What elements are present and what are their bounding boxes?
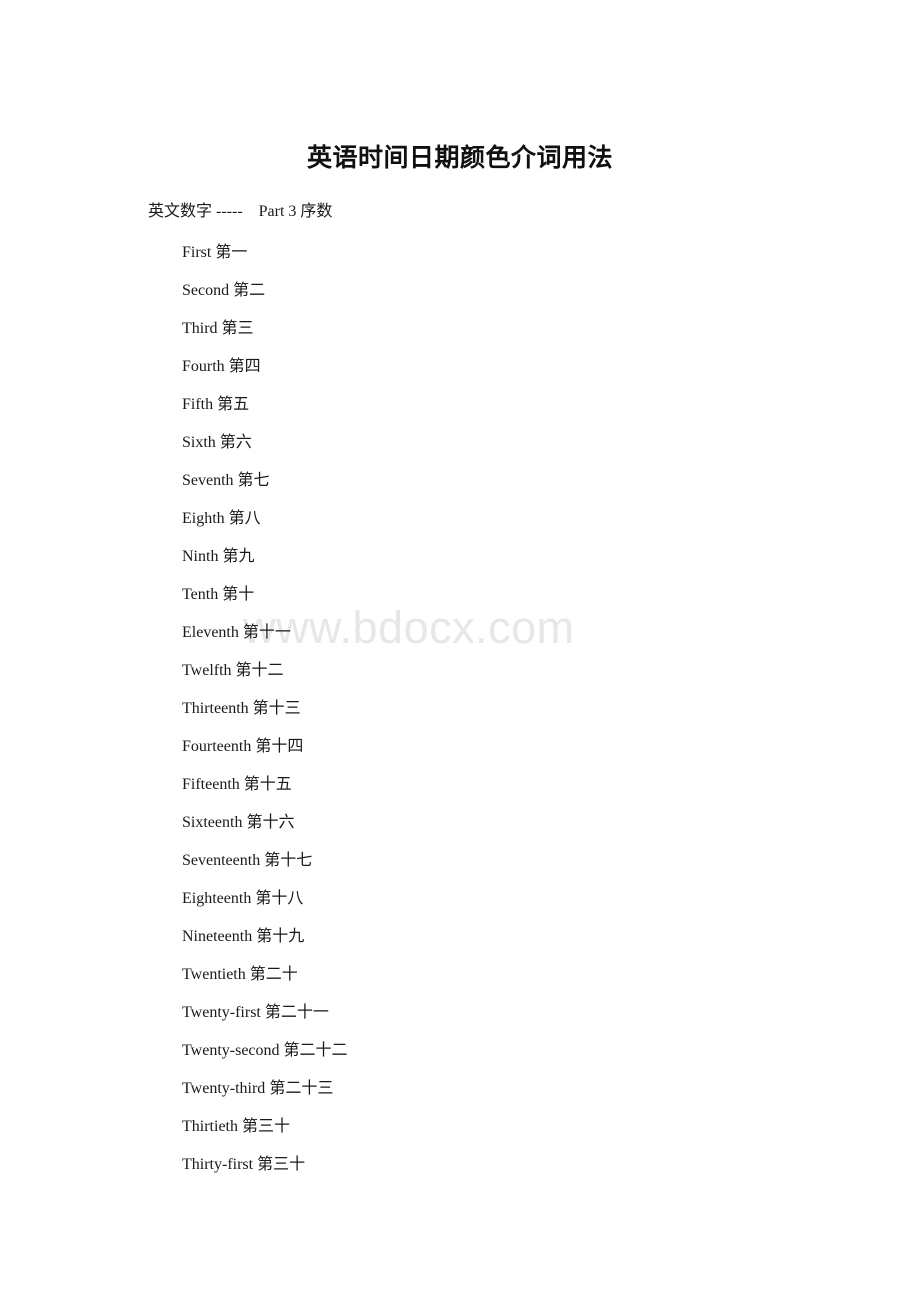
list-item: Thirteenth 第十三 (182, 696, 742, 734)
ordinal-english: Second (182, 282, 230, 299)
list-item: Third 第三 (182, 316, 742, 354)
list-item: Seventh 第七 (182, 468, 742, 506)
ordinal-chinese: 第三 (221, 320, 254, 337)
ordinal-english: Sixteenth (182, 814, 243, 831)
list-item: Nineteenth 第十九 (182, 924, 742, 962)
ordinal-chinese: 第十五 (243, 776, 292, 793)
ordinal-english: Eleventh (182, 624, 239, 641)
list-item: Seventeenth 第十七 (182, 848, 742, 886)
ordinal-chinese: 第九 (222, 548, 255, 565)
ordinal-chinese: 第七 (237, 472, 270, 489)
list-item: Twenty-second 第二十二 (182, 1038, 742, 1076)
ordinal-english: Twelfth (182, 662, 232, 679)
list-item: Fourth 第四 (182, 354, 742, 392)
list-item: Sixteenth 第十六 (182, 810, 742, 848)
ordinal-english: Third (182, 320, 218, 337)
list-item: Thirty-first 第三十 (182, 1152, 742, 1190)
list-item: Fourteenth 第十四 (182, 734, 742, 772)
list-item: Second 第二 (182, 278, 742, 316)
list-item: Twelfth 第十二 (182, 658, 742, 696)
ordinal-english: Fourteenth (182, 738, 252, 755)
list-item: Sixth 第六 (182, 430, 742, 468)
list-item: Eleventh 第十一 (182, 620, 742, 658)
list-item: Ninth 第九 (182, 544, 742, 582)
ordinal-chinese: 第二十二 (283, 1042, 348, 1059)
ordinal-english: Fourth (182, 358, 225, 375)
ordinal-chinese: 第二 (233, 282, 266, 299)
ordinal-english: Thirtieth (182, 1118, 238, 1135)
page-title: 英语时间日期颜色介词用法 (306, 145, 613, 172)
list-item: Tenth 第十 (182, 582, 742, 620)
ordinal-english: Eighteenth (182, 890, 252, 907)
ordinal-chinese: 第十二 (235, 662, 284, 679)
ordinal-chinese: 第十六 (246, 814, 295, 831)
ordinal-chinese: 第二十 (249, 966, 298, 983)
ordinal-chinese: 第三十 (257, 1156, 306, 1173)
ordinal-number-list: First 第一 Second 第二 Third 第三 Fourth 第四 Fifth … (182, 240, 742, 1190)
ordinal-english: Tenth (182, 586, 219, 603)
ordinal-english: Thirty-first (182, 1156, 254, 1173)
ordinal-chinese: 第十 (222, 586, 255, 603)
section-subtitle: 英文数字 ----- Part 3 序数 (148, 203, 333, 220)
ordinal-english: Twentieth (182, 966, 246, 983)
list-item: Fifth 第五 (182, 392, 742, 430)
ordinal-english: Seventh (182, 472, 234, 489)
ordinal-chinese: 第十一 (242, 624, 291, 641)
ordinal-chinese: 第六 (219, 434, 252, 451)
ordinal-chinese: 第十九 (256, 928, 305, 945)
ordinal-english: Thirteenth (182, 700, 249, 717)
list-item: Eighteenth 第十八 (182, 886, 742, 924)
ordinal-english: Sixth (182, 434, 216, 451)
ordinal-chinese: 第十七 (264, 852, 313, 869)
list-item: First 第一 (182, 240, 742, 278)
ordinal-english: Twenty-first (182, 1004, 261, 1021)
ordinal-english: Twenty-third (182, 1080, 266, 1097)
list-item: Thirtieth 第三十 (182, 1114, 742, 1152)
ordinal-english: Fifteenth (182, 776, 240, 793)
ordinal-chinese: 第五 (217, 396, 250, 413)
ordinal-chinese: 第二十三 (269, 1080, 334, 1097)
list-item: Twenty-first 第二十一 (182, 1000, 742, 1038)
ordinal-english: Nineteenth (182, 928, 253, 945)
ordinal-chinese: 第四 (228, 358, 261, 375)
list-item: Twenty-third 第二十三 (182, 1076, 742, 1114)
ordinal-chinese: 第十三 (252, 700, 301, 717)
list-item: Fifteenth 第十五 (182, 772, 742, 810)
ordinal-chinese: 第十八 (255, 890, 304, 907)
ordinal-chinese: 第二十一 (264, 1004, 329, 1021)
list-item: Eighth 第八 (182, 506, 742, 544)
ordinal-chinese: 第八 (228, 510, 261, 527)
ordinal-english: Seventeenth (182, 852, 261, 869)
document-page: www.bdocx.com 英语时间日期颜色介词用法 英文数字 ----- Pa… (0, 0, 920, 1302)
ordinal-english: First (182, 244, 212, 261)
ordinal-chinese: 第三十 (241, 1118, 290, 1135)
ordinal-chinese: 第一 (215, 244, 248, 261)
ordinal-english: Ninth (182, 548, 219, 565)
ordinal-chinese: 第十四 (255, 738, 304, 755)
ordinal-english: Twenty-second (182, 1042, 280, 1059)
ordinal-english: Fifth (182, 396, 214, 413)
list-item: Twentieth 第二十 (182, 962, 742, 1000)
ordinal-english: Eighth (182, 510, 225, 527)
